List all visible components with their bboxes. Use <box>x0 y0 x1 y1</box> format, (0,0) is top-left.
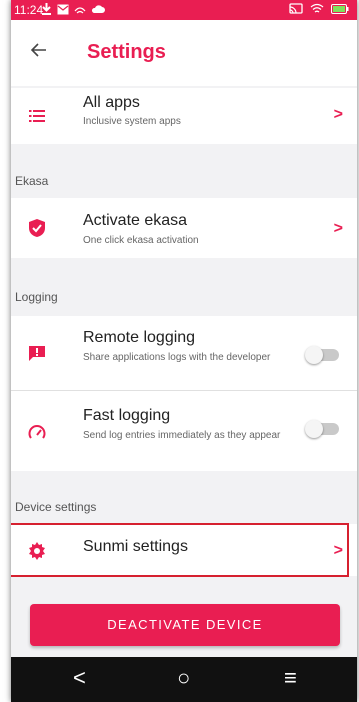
toggle-knob <box>305 420 323 438</box>
page-title: Settings <box>87 41 166 63</box>
section-ekasa: Ekasa <box>15 174 49 188</box>
status-left-icons <box>41 3 105 15</box>
activate-ekasa-item[interactable]: Activate ekasa One click ekasa activatio… <box>11 198 357 258</box>
all-apps-item[interactable]: All apps Inclusive system apps > <box>11 88 357 144</box>
cast-icon <box>289 3 303 14</box>
arrow-left-icon <box>30 43 46 57</box>
list-icon <box>26 105 48 127</box>
fast-logging-toggle[interactable] <box>305 420 339 438</box>
shield-check-icon <box>26 217 48 239</box>
highlight-box <box>11 523 349 577</box>
chevron-right-icon: > <box>333 106 343 123</box>
fast-logging-item[interactable]: Fast logging Send log entries immediatel… <box>11 391 357 471</box>
activate-ekasa-title: Activate ekasa <box>83 212 188 229</box>
section-logging: Logging <box>15 290 58 304</box>
deactivate-device-button[interactable]: DEACTIVATE DEVICE <box>30 604 340 646</box>
gauge-icon <box>26 421 48 443</box>
nav-back-button[interactable]: < <box>73 665 86 691</box>
back-button[interactable] <box>29 40 53 64</box>
all-apps-subtitle: Inclusive system apps <box>83 116 181 127</box>
phone-screen: 11:24 Settings All apps Inclusive system… <box>11 0 357 702</box>
fast-logging-subtitle: Send log entries immediately as they app… <box>83 430 281 441</box>
cloud-icon <box>91 5 105 13</box>
fast-logging-title: Fast logging <box>83 407 171 424</box>
remote-logging-subtitle: Share applications logs with the develop… <box>83 352 271 363</box>
hotspot-icon <box>74 7 86 14</box>
activate-ekasa-subtitle: One click ekasa activation <box>83 235 199 246</box>
battery-icon <box>331 3 349 14</box>
status-right-icons <box>289 3 349 14</box>
mail-icon <box>57 4 69 14</box>
chevron-right-icon: > <box>333 220 343 237</box>
status-time: 11:24 <box>14 3 44 17</box>
status-bar: 11:24 <box>11 0 357 20</box>
navigation-bar: < ○ ≡ <box>11 657 357 702</box>
remote-logging-item[interactable]: Remote logging Share applications logs w… <box>11 316 357 390</box>
remote-logging-toggle[interactable] <box>305 346 339 364</box>
alert-chat-icon <box>26 342 48 364</box>
section-device-settings: Device settings <box>15 500 97 514</box>
all-apps-title: All apps <box>83 94 140 111</box>
nav-menu-button[interactable]: ≡ <box>284 665 297 691</box>
download-icon <box>42 3 51 15</box>
remote-logging-title: Remote logging <box>83 329 196 346</box>
app-bar: Settings <box>11 20 357 86</box>
toggle-knob <box>305 346 323 364</box>
wifi-icon <box>310 3 324 13</box>
nav-home-button[interactable]: ○ <box>177 665 190 691</box>
